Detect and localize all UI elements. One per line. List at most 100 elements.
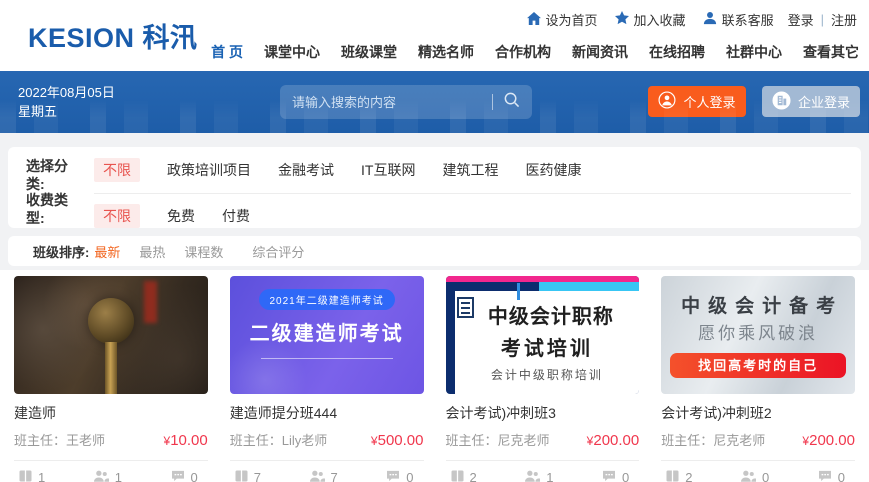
course-title[interactable]: 建造师 [14, 403, 208, 423]
filter-option-medical-health[interactable]: 医药健康 [525, 160, 581, 180]
nav-item-classroom-center[interactable]: 课堂中心 [264, 42, 320, 62]
site-logo[interactable]: KESION 科汛 [28, 16, 198, 55]
top-utility-bar: 设为首页 加入收藏 联系客服 登录 | 注册 [510, 10, 857, 29]
course-title[interactable]: 会计考试)冲刺班3 [446, 403, 640, 423]
course-stats: 7 7 0 [230, 460, 424, 482]
hero-banner: 2022年08月05日 星期五 个人登录 [0, 71, 869, 133]
filter-option-category-all[interactable]: 不限 [94, 158, 140, 182]
course-thumbnail-silver[interactable]: 中级会计备考 愿你乘风破浪 找回高考时的自己 [661, 276, 855, 394]
price-amount: 500.00 [378, 432, 424, 449]
member-count-value: 1 [115, 470, 122, 482]
thumb-heading-line2: 考试培训 [455, 332, 640, 361]
thumb-heading: 二级建造师考试 [230, 317, 424, 346]
personal-login-label: 个人登录 [683, 92, 735, 111]
course-price: ¥10.00 [164, 432, 208, 449]
set-homepage-link[interactable]: 设为首页 [527, 10, 598, 29]
thumb-heading-line1: 中级会计备考 [661, 291, 855, 318]
comment-count: 0 [386, 470, 413, 482]
nav-item-more[interactable]: 查看其它 [803, 42, 859, 62]
lesson-count-value: 2 [685, 470, 692, 482]
set-homepage-label: 设为首页 [546, 10, 598, 29]
filter-option-free[interactable]: 免费 [167, 206, 195, 226]
personal-login-button[interactable]: 个人登录 [648, 86, 746, 117]
date-display: 2022年08月05日 星期五 [18, 83, 115, 121]
member-count-value: 0 [762, 470, 769, 482]
enterprise-login-button[interactable]: 企业登录 [762, 86, 860, 117]
member-count: 0 [741, 470, 769, 482]
nav-item-home[interactable]: 首 页 [211, 42, 243, 62]
date-line: 2022年08月05日 [18, 83, 115, 102]
course-thumbnail-accounting[interactable]: 中级会计职称 考试培训 会计中级职称培训 [446, 276, 640, 394]
sort-options: 最新 最热 课程数 综合评分 [94, 242, 304, 261]
course-card[interactable]: 建造师 班主任：王老师 ¥10.00 1 1 0 [14, 276, 208, 482]
member-count: 1 [525, 470, 553, 482]
book-icon [235, 470, 248, 482]
filter-option-fee-all[interactable]: 不限 [94, 204, 140, 228]
search-divider [492, 94, 493, 110]
filter-zone: 选择分类: 不限 政策培训项目 金融考试 IT互联网 建筑工程 医药健康 收费类… [0, 133, 869, 270]
users-icon [94, 470, 109, 482]
sort-option-course-count[interactable]: 课程数 [184, 242, 223, 261]
nav-item-class-courses[interactable]: 班级课堂 [341, 42, 397, 62]
nav-item-partner-orgs[interactable]: 合作机构 [495, 42, 551, 62]
comment-count-value: 0 [622, 470, 629, 482]
auth-divider: | [821, 12, 824, 27]
sort-option-newest[interactable]: 最新 [94, 242, 120, 261]
course-thumbnail-microphone[interactable] [14, 276, 208, 394]
search-input[interactable] [292, 95, 486, 110]
comment-icon [818, 470, 832, 482]
star-icon [615, 11, 629, 28]
course-card[interactable]: 2021年二级建造师考试 二级建造师考试 建造师提分班444 班主任：Lily老… [230, 276, 424, 482]
nav-item-community[interactable]: 社群中心 [726, 42, 782, 62]
filter-option-finance-exam[interactable]: 金融考试 [278, 160, 334, 180]
search-box [280, 85, 532, 119]
enterprise-login-label: 企业登录 [798, 92, 850, 111]
course-meta: 班主任：尼克老师 ¥200.00 [446, 430, 640, 449]
thumb-heading-line1: 中级会计职称 [463, 300, 640, 329]
nav-item-jobs[interactable]: 在线招聘 [649, 42, 705, 62]
lesson-count: 1 [19, 470, 45, 482]
course-meta: 班主任：尼克老师 ¥200.00 [661, 430, 855, 449]
course-thumbnail-purple-banner[interactable]: 2021年二级建造师考试 二级建造师考试 [230, 276, 424, 394]
course-title[interactable]: 会计考试)冲刺班2 [661, 403, 855, 423]
filter-option-construction[interactable]: 建筑工程 [442, 160, 498, 180]
sort-option-rating[interactable]: 综合评分 [252, 242, 304, 261]
filter-option-paid[interactable]: 付费 [222, 206, 250, 226]
course-price: ¥200.00 [587, 432, 640, 449]
register-link[interactable]: 注册 [831, 10, 857, 29]
building-circle-icon [772, 91, 791, 113]
sort-option-hottest[interactable]: 最热 [139, 242, 165, 261]
microphone-image [88, 298, 134, 344]
microphone-stem [105, 342, 117, 394]
member-count-value: 7 [331, 470, 338, 482]
price-amount: 200.00 [593, 432, 639, 449]
filter-option-it-internet[interactable]: IT互联网 [361, 160, 415, 180]
contact-service-link[interactable]: 联系客服 [703, 10, 774, 29]
filter-panel: 选择分类: 不限 政策培训项目 金融考试 IT互联网 建筑工程 医药健康 收费类… [8, 147, 861, 228]
course-price: ¥200.00 [802, 432, 855, 449]
course-price: ¥500.00 [371, 432, 424, 449]
course-meta: 班主任：王老师 ¥10.00 [14, 430, 208, 449]
person-circle-icon [658, 91, 676, 112]
add-favorite-label: 加入收藏 [634, 10, 686, 29]
nav-item-featured-teachers[interactable]: 精选名师 [418, 42, 474, 62]
course-teacher: 班主任：Lily老师 [230, 430, 328, 449]
add-favorite-link[interactable]: 加入收藏 [615, 10, 686, 29]
main-nav: 首 页 课堂中心 班级课堂 精选名师 合作机构 新闻资讯 在线招聘 社群中心 查… [211, 42, 859, 62]
nav-item-news[interactable]: 新闻资讯 [572, 42, 628, 62]
course-title[interactable]: 建造师提分班444 [230, 403, 424, 423]
comment-icon [386, 470, 400, 482]
login-link[interactable]: 登录 [788, 10, 814, 29]
document-icon [457, 297, 474, 318]
course-card[interactable]: 中级会计备考 愿你乘风破浪 找回高考时的自己 会计考试)冲刺班2 班主任：尼克老… [661, 276, 855, 482]
course-card[interactable]: 中级会计职称 考试培训 会计中级职称培训 会计考试)冲刺班3 班主任：尼克老师 … [446, 276, 640, 482]
users-icon [525, 470, 540, 482]
thumb-badge: 2021年二级建造师考试 [259, 289, 395, 310]
filter-option-policy-training[interactable]: 政策培训项目 [167, 160, 251, 180]
thumb-blue-tick [517, 283, 520, 300]
course-stats: 1 1 0 [14, 460, 208, 482]
user-icon [703, 11, 717, 28]
search-icon[interactable] [503, 91, 520, 113]
sort-bar: 班级排序: 最新 最热 课程数 综合评分 [8, 236, 861, 266]
users-icon [310, 470, 325, 482]
